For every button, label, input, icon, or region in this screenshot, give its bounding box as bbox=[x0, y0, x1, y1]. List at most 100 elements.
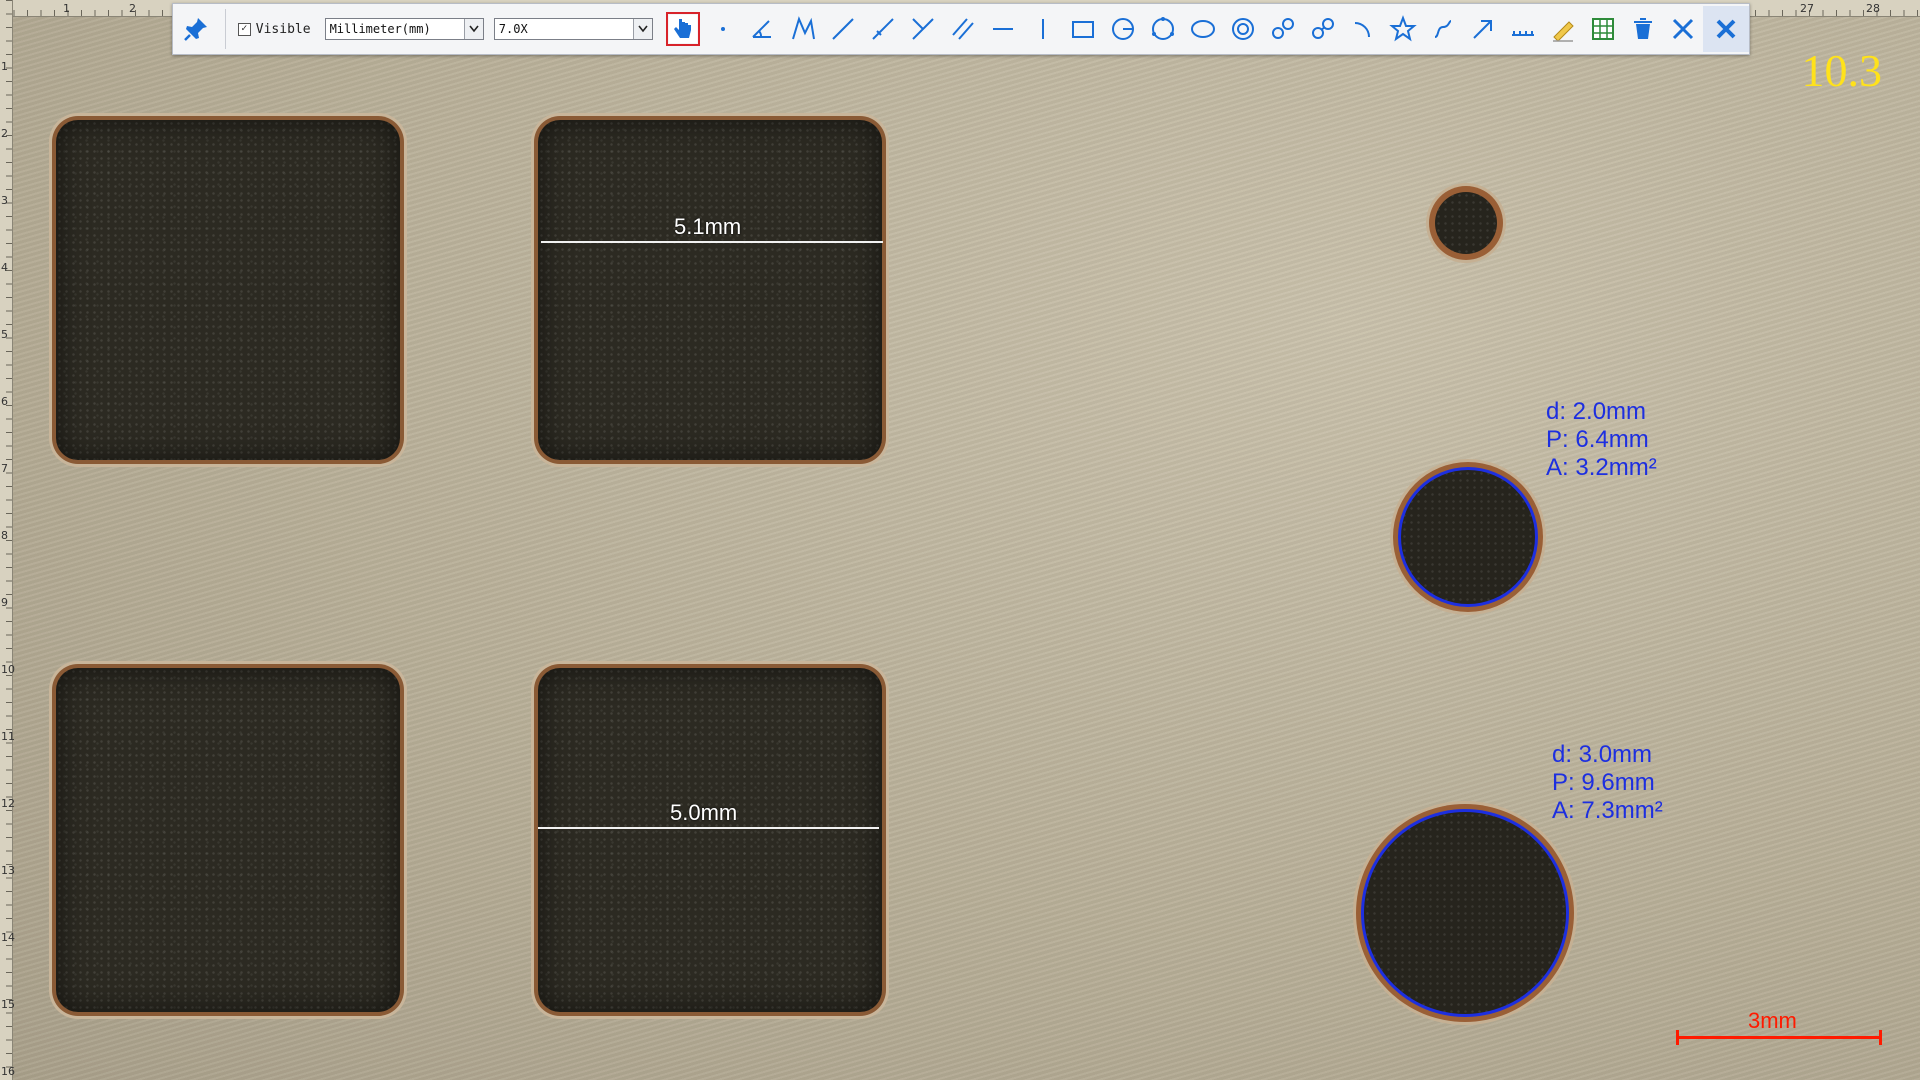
diameter-value: d: 3.0mm bbox=[1552, 741, 1653, 768]
circle-3point-tool-button[interactable] bbox=[1143, 6, 1183, 52]
angle-tool-button[interactable] bbox=[743, 6, 783, 52]
arbitrary-line-icon bbox=[872, 18, 894, 40]
curve-icon bbox=[1434, 20, 1452, 38]
ruler-label: 10 bbox=[1, 663, 15, 676]
rectangle-tool-button[interactable] bbox=[1063, 6, 1103, 52]
vertical-lines-tool-button[interactable] bbox=[903, 6, 943, 52]
point-tool-button[interactable] bbox=[703, 6, 743, 52]
perimeter-value: P: 6.4mm bbox=[1546, 426, 1649, 453]
ruler-label: 2 bbox=[129, 2, 136, 15]
clear-all-tool-button[interactable] bbox=[1663, 6, 1703, 52]
zoom-select-value: 7.0X bbox=[498, 22, 528, 36]
solder-pad bbox=[538, 120, 882, 460]
diameter-value: d: 2.0mm bbox=[1546, 398, 1647, 425]
text-annotation-icon bbox=[1553, 21, 1574, 42]
parallel-lines-icon bbox=[952, 18, 974, 40]
ruler-label: 1 bbox=[1, 60, 8, 73]
ruler-label: 5 bbox=[1, 328, 8, 341]
line-tool-button[interactable] bbox=[823, 6, 863, 52]
ruler-label: 1 bbox=[63, 2, 70, 15]
export-excel-tool-button[interactable] bbox=[1583, 6, 1623, 52]
scale-bar bbox=[1676, 1030, 1882, 1045]
ruler-label: 14 bbox=[1, 931, 15, 944]
arc-tool-button[interactable] bbox=[1343, 6, 1383, 52]
circle-radius-tool-button[interactable] bbox=[1103, 6, 1143, 52]
area-value: A: 3.2mm² bbox=[1546, 454, 1657, 481]
measurement-label: 5.1mm bbox=[674, 214, 742, 239]
vertical-line-tool-button[interactable] bbox=[1023, 6, 1063, 52]
area-value: A: 7.3mm² bbox=[1552, 797, 1663, 824]
circle-3point-icon bbox=[1152, 17, 1174, 40]
unit-select-value: Millimeter(mm) bbox=[329, 22, 431, 36]
chevron-down-icon bbox=[463, 19, 483, 39]
zoom-indicator: 10.3 bbox=[1801, 45, 1883, 96]
close-tool-button[interactable] bbox=[1703, 6, 1749, 52]
delete-tool-button[interactable] bbox=[1623, 6, 1663, 52]
solder-pad bbox=[56, 668, 400, 1012]
measured-circle[interactable] bbox=[1364, 812, 1566, 1014]
checkbox-check-icon: ✓ bbox=[237, 22, 251, 36]
vertical-lines-icon bbox=[912, 18, 934, 40]
pin-icon bbox=[183, 18, 207, 41]
text-annotation-tool-button[interactable] bbox=[1543, 6, 1583, 52]
polyline-icon bbox=[792, 16, 815, 40]
hand-pointer-tool-button[interactable] bbox=[663, 6, 703, 52]
chevron-down-icon bbox=[633, 19, 652, 39]
measurement-line[interactable] bbox=[538, 827, 879, 829]
vertical-line-icon bbox=[1042, 19, 1044, 39]
parallel-lines-tool-button[interactable] bbox=[943, 6, 983, 52]
unit-select[interactable]: Millimeter(mm) bbox=[324, 18, 484, 40]
ruler-label: 9 bbox=[1, 596, 8, 609]
arbitrary-line-tool-button[interactable] bbox=[863, 6, 903, 52]
polygon-star-icon bbox=[1389, 15, 1417, 42]
export-excel-icon bbox=[1592, 18, 1614, 40]
clear-all-icon bbox=[1672, 18, 1694, 40]
concentric-circles-tool-button[interactable] bbox=[1223, 6, 1263, 52]
ruler-label: 28 bbox=[1866, 2, 1880, 15]
circle-measurement-readout: d: 2.0mm P: 6.4mm A: 3.2mm² bbox=[1546, 398, 1657, 482]
ruler-label: 11 bbox=[1, 730, 15, 743]
ruler-label: 27 bbox=[1800, 2, 1814, 15]
line-icon bbox=[832, 18, 854, 40]
circle-radius-icon bbox=[1112, 18, 1134, 40]
ellipse-icon bbox=[1191, 20, 1215, 38]
ruler-label: 7 bbox=[1, 462, 8, 475]
via-hole bbox=[1435, 192, 1497, 254]
measurement-label: 5.0mm bbox=[670, 800, 738, 825]
ruler-label: 13 bbox=[1, 864, 15, 877]
zoom-select[interactable]: 7.0X bbox=[493, 18, 653, 40]
ruler-label: 6 bbox=[1, 395, 8, 408]
visible-checkbox[interactable]: ✓ Visible bbox=[237, 21, 311, 37]
arrow-icon bbox=[1473, 20, 1492, 39]
arrow-tool-button[interactable] bbox=[1463, 6, 1503, 52]
circle-measurement-readout: d: 3.0mm P: 9.6mm A: 7.3mm² bbox=[1552, 741, 1663, 825]
scale-ruler-tool-button[interactable] bbox=[1503, 6, 1543, 52]
hand-pointer-icon bbox=[666, 12, 700, 46]
solder-pad bbox=[56, 120, 400, 460]
ruler-label: 15 bbox=[1, 998, 15, 1011]
scale-ruler-icon bbox=[1512, 31, 1534, 36]
polygon-star-tool-button[interactable] bbox=[1383, 6, 1423, 52]
rectangle-icon bbox=[1072, 21, 1094, 38]
scale-bar-label: 3mm bbox=[1748, 1008, 1797, 1033]
ruler-label: 3 bbox=[1, 194, 8, 207]
pin-toolbar-button[interactable] bbox=[173, 6, 219, 52]
point-icon bbox=[721, 27, 725, 31]
horizontal-line-icon bbox=[993, 28, 1013, 30]
visible-checkbox-label: Visible bbox=[255, 21, 311, 37]
polyline-tool-button[interactable] bbox=[783, 6, 823, 52]
two-circles-distance-icon bbox=[1272, 18, 1294, 39]
horizontal-line-tool-button[interactable] bbox=[983, 6, 1023, 52]
circle-link-tool-button[interactable] bbox=[1303, 6, 1343, 52]
ruler-label: 4 bbox=[1, 261, 8, 274]
two-circles-distance-tool-button[interactable] bbox=[1263, 6, 1303, 52]
measured-circle[interactable] bbox=[1401, 470, 1535, 604]
measurement-line[interactable] bbox=[541, 241, 883, 243]
curve-tool-button[interactable] bbox=[1423, 6, 1463, 52]
ellipse-tool-button[interactable] bbox=[1183, 6, 1223, 52]
toolbar-separator bbox=[224, 9, 226, 49]
close-icon bbox=[1716, 19, 1736, 39]
measurement-toolbar: ✓ Visible Millimeter(mm) 7.0X bbox=[172, 3, 1750, 55]
delete-icon bbox=[1634, 18, 1652, 39]
microscope-image-canvas[interactable]: 1 2 27 28 1 2 3 4 5 6 7 8 9 10 11 12 13 14 15 16 5.1mm … bbox=[0, 0, 1920, 1080]
